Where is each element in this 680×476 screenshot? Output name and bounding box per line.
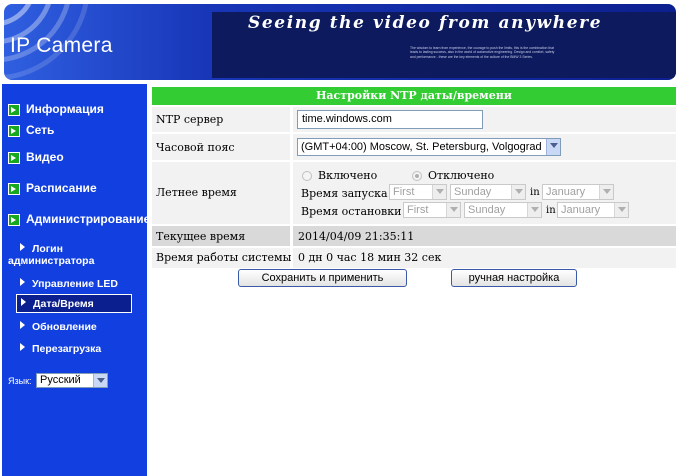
ntp-server-label: NTP сервер (156, 113, 224, 126)
dst-start-month-value: January (546, 186, 586, 198)
sidebar-item-admin[interactable]: Администрирование (8, 212, 150, 226)
sub-arrow-icon (20, 243, 25, 251)
dst-on-label: Включено (318, 169, 378, 182)
chevron-down-icon[interactable] (511, 185, 525, 199)
dst-off-radio[interactable] (412, 171, 422, 181)
chevron-down-icon[interactable] (432, 185, 446, 199)
sidebar-subitem-label: Перезагрузка (32, 343, 102, 355)
dst-stop-in-label: in (546, 205, 556, 216)
sidebar-subitem-label: Обновление (32, 321, 97, 333)
ntp-server-value: time.windows.com (302, 113, 392, 125)
language-select[interactable]: Русский (36, 373, 108, 388)
manual-setup-button[interactable]: ручная настройка (451, 269, 577, 287)
sidebar-item-label: Администрирование (26, 212, 151, 226)
sidebar-item-label: Расписание (26, 181, 97, 195)
uptime-label: Время работы системы (156, 251, 292, 264)
current-time-row: Текущее время 2014/04/09 21:35:11 (152, 226, 676, 246)
ntp-server-row: NTP сервер time.windows.com (152, 107, 676, 132)
ntp-server-input[interactable]: time.windows.com (297, 110, 483, 129)
language-value: Русский (40, 374, 81, 386)
dst-label: Летнее время (156, 186, 237, 199)
chevron-down-icon[interactable] (546, 139, 560, 155)
sidebar-subitem-label: Дата/Время (33, 298, 94, 310)
dst-start-day-value: Sunday (454, 186, 492, 198)
sidebar-sub-reboot[interactable]: Перезагрузка (20, 343, 101, 355)
banner-fineprint: The wisdom to learn from experience, the… (410, 46, 555, 59)
sidebar-item-info[interactable]: Информация (8, 102, 104, 116)
current-time-value: 2014/04/09 21:35:11 (298, 230, 415, 243)
sidebar-item-network[interactable]: Сеть (8, 123, 54, 137)
dst-stop-day-value: Sunday (468, 204, 506, 216)
uptime-value: 0 дн 0 час 18 мин 32 сек (298, 251, 442, 264)
panel-title: Настройки NTP даты/времени (152, 87, 676, 105)
sidebar-item-label: Информация (26, 102, 104, 116)
save-apply-button[interactable]: Сохранить и применить (238, 269, 407, 287)
language-label: Язык: (8, 376, 32, 386)
sidebar-item-schedule[interactable]: Расписание (8, 181, 97, 195)
nav-arrow-icon (8, 213, 20, 226)
sidebar-sub-datetime[interactable]: Дата/Время (16, 294, 132, 313)
dst-stop-day-select[interactable]: Sunday (464, 202, 542, 218)
timezone-value: (GMT+04:00) Moscow, St. Petersburg, Volg… (301, 141, 542, 153)
dst-stop-week-value: First (407, 204, 429, 216)
sub-arrow-icon (21, 298, 26, 306)
chevron-down-icon[interactable] (614, 203, 628, 217)
chevron-down-icon[interactable] (446, 203, 460, 217)
sub-arrow-icon (20, 321, 25, 329)
sidebar-subitem-label: Управление LED (32, 278, 118, 290)
sub-arrow-icon (20, 278, 25, 286)
timezone-row: Часовой пояс (GMT+04:00) Moscow, St. Pet… (152, 134, 676, 160)
dst-start-week-select[interactable]: First (389, 184, 447, 200)
nav-arrow-icon (8, 151, 20, 164)
sidebar-sub-led[interactable]: Управление LED (20, 278, 118, 290)
dst-start-label: Время запуска : (301, 187, 395, 200)
dst-start-month-select[interactable]: January (542, 184, 614, 200)
sidebar-sub-admin-login[interactable]: Логин администратора (8, 243, 128, 267)
header-banner: IP Camera Seeing the video from anywhere… (0, 0, 680, 82)
sidebar-item-label: Видео (26, 150, 64, 164)
dst-stop-label: Время остановки : (301, 205, 409, 218)
dst-on-radio[interactable] (302, 171, 312, 181)
sidebar-sub-update[interactable]: Обновление (20, 321, 97, 333)
chevron-down-icon[interactable] (599, 185, 613, 199)
chevron-down-icon[interactable] (93, 374, 107, 387)
sidebar-item-video[interactable]: Видео (8, 150, 64, 164)
dst-start-in-label: in (530, 187, 540, 198)
dst-row: Летнее время Включено Отключено Время за… (152, 162, 676, 224)
dst-start-day-select[interactable]: Sunday (450, 184, 526, 200)
brand-logo: IP Camera (10, 34, 113, 57)
dst-stop-month-value: January (561, 204, 601, 216)
dst-off-label: Отключено (428, 169, 495, 182)
dst-stop-month-select[interactable]: January (557, 202, 629, 218)
uptime-row: Время работы системы 0 дн 0 час 18 мин 3… (152, 248, 676, 268)
nav-arrow-icon (8, 182, 20, 195)
current-time-label: Текущее время (156, 230, 246, 243)
dst-stop-week-select[interactable]: First (403, 202, 461, 218)
timezone-select[interactable]: (GMT+04:00) Moscow, St. Petersburg, Volg… (297, 138, 561, 156)
nav-arrow-icon (8, 124, 20, 137)
dst-start-week-value: First (393, 186, 415, 198)
sidebar-item-label: Сеть (26, 123, 55, 137)
slogan-text: Seeing the video from anywhere (248, 13, 603, 33)
sub-arrow-icon (20, 343, 25, 351)
chevron-down-icon[interactable] (527, 203, 541, 217)
timezone-label: Часовой пояс (156, 141, 235, 154)
nav-arrow-icon (8, 103, 20, 116)
